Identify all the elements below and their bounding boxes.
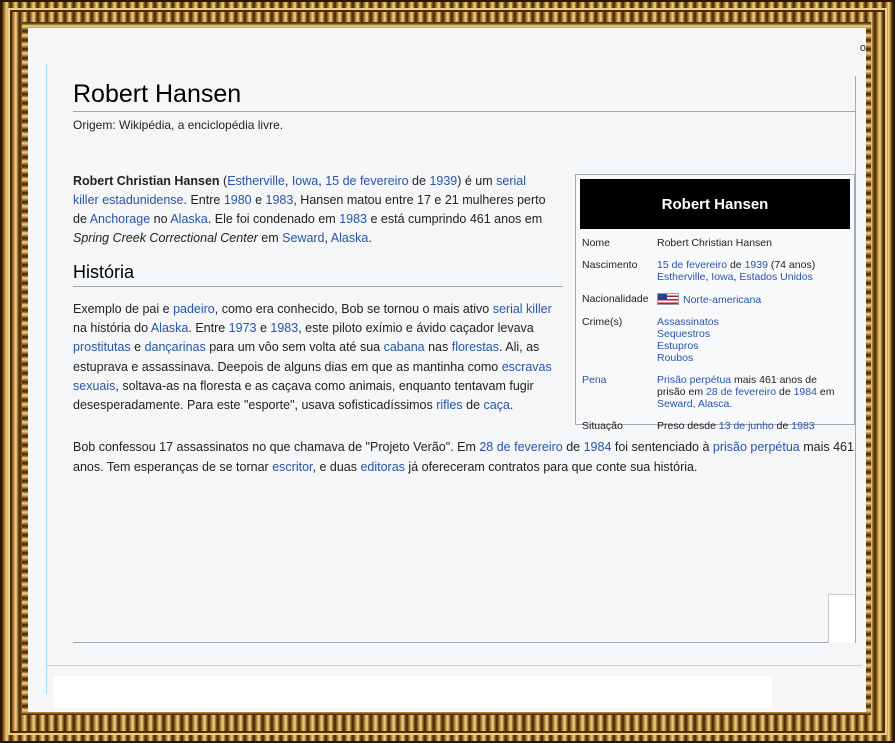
bottom-white-strip — [54, 676, 772, 708]
link-13-junho[interactable]: 13 de junho — [719, 420, 774, 432]
link-birth-year[interactable]: 1939 — [429, 174, 457, 188]
link-anchorage[interactable]: Anchorage — [90, 212, 150, 226]
link-iowa-infobox[interactable]: Iowa — [711, 271, 733, 283]
infobox-value: 15 de fevereiro de 1939 (74 anos) Estherv… — [657, 259, 816, 283]
article-content: Robert Hansen Origem: Wikipédia, a encic… — [73, 76, 856, 643]
link-1973[interactable]: 1973 — [229, 321, 257, 335]
link-padeiro[interactable]: padeiro — [173, 302, 215, 316]
link-rifles[interactable]: rifles — [436, 398, 462, 412]
link-escritor[interactable]: escritor — [272, 460, 312, 474]
section-heading-historia: História — [73, 262, 563, 287]
infobox-value: Assassinatos Sequestros Estupros Roubos — [657, 316, 848, 364]
infobox-row-situacao: Situação Preso desde 13 de junho de 1983 — [576, 418, 854, 434]
link-dancarinas[interactable]: dançarinas — [145, 340, 206, 354]
link-crime-item[interactable]: Assassinatos — [657, 316, 719, 328]
scroll-corner-box — [828, 594, 855, 643]
link-1983[interactable]: 1983 — [266, 193, 294, 207]
infobox-row-nome: Nome Robert Christian Hansen — [576, 235, 854, 251]
link-28-fevereiro[interactable]: 28 de fevereiro — [479, 440, 562, 454]
infobox-value: Robert Christian Hansen — [657, 237, 772, 249]
link-1984-infobox[interactable]: 1984 — [794, 386, 817, 398]
link-estherville[interactable]: Estherville — [227, 174, 285, 188]
infobox-row-nacionalidade: Nacionalidade Norte-americana — [576, 291, 854, 308]
link-estadunidense[interactable]: estadunidense — [102, 193, 183, 207]
cut-off-edge-text: o — [859, 42, 866, 54]
link-1983-history[interactable]: 1983 — [270, 321, 298, 335]
link-prisao-perpetua[interactable]: prisão perpétua — [713, 440, 800, 454]
subject-name: Robert Christian Hansen — [73, 174, 220, 188]
link-alaska[interactable]: Alaska — [170, 212, 208, 226]
link-birth-year-infobox[interactable]: 1939 — [745, 259, 768, 271]
link-crime-item[interactable]: Estupros — [657, 340, 698, 352]
browser-page: o Robert Hansen Origem: Wikipédia, a enc… — [28, 28, 866, 712]
link-prisao-perpetua-infobox[interactable]: Prisão perpétua — [657, 374, 731, 386]
page-bottom-border — [46, 665, 862, 666]
link-editoras[interactable]: editoras — [360, 460, 404, 474]
link-iowa[interactable]: Iowa — [292, 174, 318, 188]
intro-paragraph: Robert Christian Hansen (Estherville, Io… — [73, 174, 546, 245]
history-paragraph: Exemplo de pai e padeiro, como era conhe… — [73, 302, 552, 413]
link-florestas[interactable]: florestas — [452, 340, 499, 354]
prison-name: Spring Creek Correctional Center — [73, 231, 258, 245]
link-prostitutas[interactable]: prostitutas — [73, 340, 131, 354]
infobox-label: Nacionalidade — [582, 293, 649, 305]
infobox-row-nascimento: Nascimento 15 de fevereiro de 1939 (74 a… — [576, 257, 854, 285]
link-pena-label[interactable]: Pena — [582, 374, 657, 410]
link-1983-infobox[interactable]: 1983 — [791, 420, 814, 432]
link-seward[interactable]: Seward — [282, 231, 324, 245]
link-estherville-infobox[interactable]: Estherville — [657, 271, 705, 283]
link-1984[interactable]: 1984 — [584, 440, 612, 454]
link-cabana[interactable]: cabana — [384, 340, 425, 354]
link-caca[interactable]: caça — [484, 398, 510, 412]
link-nacionalidade[interactable]: Norte-americana — [683, 294, 761, 306]
infobox-value: Prisão perpétua mais 461 anos de prisão … — [657, 374, 835, 410]
infobox-label: Nascimento — [582, 259, 638, 271]
link-1983-condemned[interactable]: 1983 — [339, 212, 367, 226]
link-alaska-2[interactable]: Alaska — [331, 231, 369, 245]
link-28-fevereiro-infobox[interactable]: 28 de fevereiro — [706, 386, 776, 398]
infobox-label: Crime(s) — [582, 316, 623, 328]
link-crime-item[interactable]: Roubos — [657, 352, 693, 364]
link-seward-alasca[interactable]: Seward, Alasca — [657, 398, 729, 410]
infobox-title: Robert Hansen — [580, 179, 850, 229]
link-1980[interactable]: 1980 — [224, 193, 252, 207]
origin-note: Origem: Wikipédia, a enciclopédia livre. — [73, 118, 284, 132]
link-serial-killer-2[interactable]: serial killer — [493, 302, 552, 316]
confession-paragraph: Bob confessou 17 assassinatos no que cha… — [73, 440, 854, 474]
link-crime-item[interactable]: Sequestros — [657, 328, 710, 340]
us-flag-icon — [657, 293, 679, 305]
link-estados-unidos[interactable]: Estados Unidos — [739, 271, 813, 283]
link-alaska-3[interactable]: Alaska — [151, 321, 189, 335]
page-title: Robert Hansen — [73, 76, 855, 112]
infobox-row-crimes: Crime(s) Assassinatos Sequestros Estupro… — [576, 314, 854, 366]
page-left-border — [46, 64, 47, 694]
infobox: Robert Hansen Nome Robert Christian Hans… — [575, 174, 855, 432]
infobox-value: Preso desde 13 de junho de 1983 — [657, 420, 815, 432]
link-birth-date-infobox[interactable]: 15 de fevereiro — [657, 259, 727, 271]
link-birth-date[interactable]: 15 de fevereiro — [325, 174, 408, 188]
infobox-label: Nome — [582, 237, 611, 249]
infobox-label: Situação — [582, 420, 623, 432]
infobox-row-pena: Pena Prisão perpétua mais 461 anos de pr… — [576, 372, 854, 412]
infobox-value: Norte-americana — [657, 293, 848, 306]
